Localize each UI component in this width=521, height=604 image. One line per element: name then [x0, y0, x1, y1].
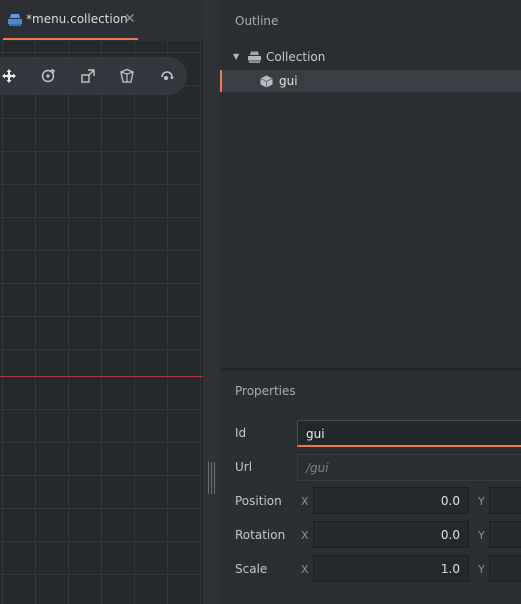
camera-reset-icon	[161, 71, 174, 80]
outline-item-collection[interactable]: ▼ Collection	[220, 47, 521, 67]
selection-indicator	[220, 70, 222, 92]
rotation-x-axis-label: X	[301, 529, 309, 542]
camera-reset-tool-button[interactable]	[155, 64, 179, 88]
scale-label: Scale	[235, 562, 268, 576]
position-y-axis-label: Y	[478, 495, 485, 508]
id-input-value: gui	[306, 427, 325, 441]
move-tool-button[interactable]	[0, 64, 21, 88]
rotation-label: Rotation	[235, 528, 286, 542]
position-x-input[interactable]: 0.0	[313, 487, 469, 514]
scale-x-axis-label: X	[301, 563, 309, 576]
id-label: Id	[235, 426, 247, 440]
vertical-split-gutter[interactable]	[203, 0, 220, 604]
move-icon	[2, 69, 16, 83]
properties-panel: Properties Id gui Url /gui Position X 0.…	[220, 371, 521, 604]
position-x-axis-label: X	[301, 495, 309, 508]
position-label: Position	[235, 494, 282, 508]
outline-item-label: gui	[279, 74, 298, 88]
collection-icon	[8, 14, 22, 26]
rotation-x-value: 0.0	[440, 528, 460, 542]
rotate-tool-button[interactable]	[36, 64, 60, 88]
properties-title: Properties	[235, 384, 296, 398]
scene-viewport[interactable]	[0, 41, 203, 604]
viewport-grid	[0, 41, 203, 604]
scale-x-input[interactable]: 1.0	[313, 555, 469, 582]
editor-tab-bar: *menu.collection ✕	[0, 0, 203, 41]
rotation-x-input[interactable]: 0.0	[313, 521, 469, 548]
outline-title: Outline	[235, 14, 279, 28]
tab-label: *menu.collection	[26, 12, 128, 26]
url-value: /gui	[306, 461, 329, 475]
expand-arrow-icon[interactable]: ▼	[233, 52, 239, 61]
position-x-value: 0.0	[440, 494, 460, 508]
scale-x-value: 1.0	[440, 562, 460, 576]
perspective-tool-button[interactable]	[115, 64, 139, 88]
gui-component-icon	[260, 75, 273, 88]
rotate-icon	[41, 69, 55, 83]
outline-item-gui[interactable]: gui	[220, 70, 521, 92]
scale-tool-button[interactable]	[76, 64, 100, 88]
perspective-icon	[120, 68, 134, 83]
scale-y-axis-label: Y	[478, 563, 485, 576]
outline-item-label: Collection	[266, 50, 326, 64]
split-drag-handle[interactable]	[207, 462, 215, 494]
url-label: Url	[235, 460, 253, 474]
outline-panel: Outline ▼ Collection gui	[220, 0, 521, 368]
active-tab-indicator	[3, 38, 138, 40]
manipulator-toolbar	[0, 57, 187, 95]
id-input[interactable]: gui	[297, 420, 521, 447]
scale-icon	[81, 69, 95, 83]
url-field: /gui	[297, 454, 521, 481]
close-icon[interactable]: ✕	[124, 10, 136, 28]
position-y-input[interactable]	[489, 487, 521, 514]
rotation-y-input[interactable]	[489, 521, 521, 548]
scale-y-input[interactable]	[489, 555, 521, 582]
collection-icon	[248, 51, 261, 63]
side-panels: Outline ▼ Collection gui Properties Id g…	[220, 0, 521, 604]
tab-menu-collection[interactable]: *menu.collection ✕	[0, 0, 138, 41]
scene-editor: *menu.collection ✕	[0, 0, 203, 604]
rotation-y-axis-label: Y	[478, 529, 485, 542]
